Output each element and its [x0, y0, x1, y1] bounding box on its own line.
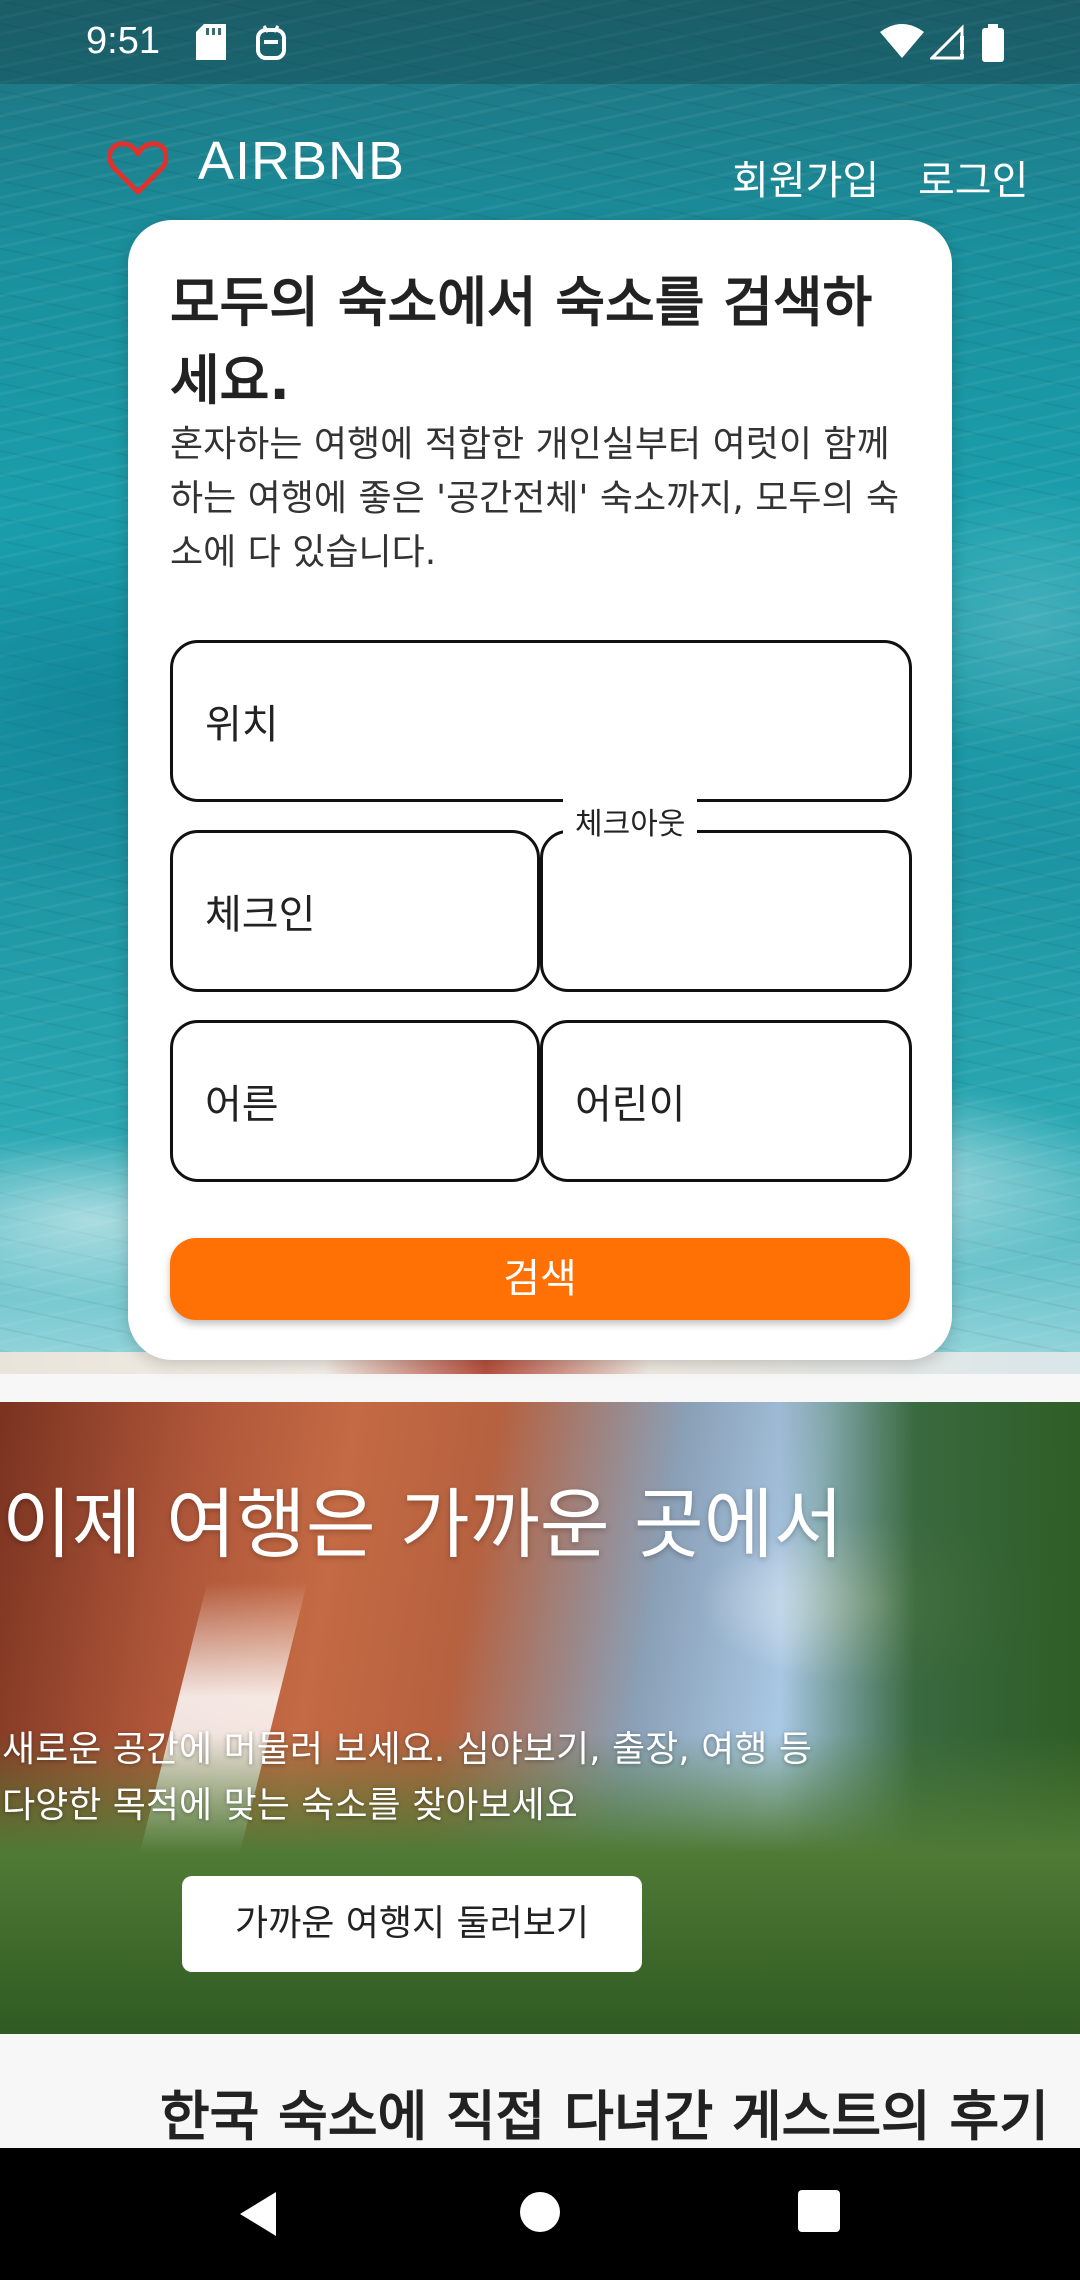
location-field[interactable]: 위치 — [170, 640, 912, 802]
promo-title: 이제 여행은 가까운 곳에서 — [2, 1480, 844, 1569]
children-placeholder: 어린이 — [575, 1082, 686, 1128]
adults-placeholder: 어른 — [205, 1082, 279, 1128]
recents-icon[interactable] — [798, 2190, 840, 2236]
status-time: 9:51 — [86, 20, 160, 62]
reviews-title: 한국 숙소에 직접 다녀간 게스트의 후기 — [160, 2085, 1049, 2148]
home-icon[interactable] — [518, 2190, 562, 2238]
sd-card-icon — [196, 24, 226, 64]
login-link[interactable]: 로그인 — [918, 148, 1028, 206]
search-card: 모두의 숙소에서 숙소를 검색하세요. 혼자하는 여행에 적합한 개인실부터 여… — [128, 220, 952, 1360]
adults-field[interactable]: 어른 — [170, 1020, 540, 1182]
search-card-description: 혼자하는 여행에 적합한 개인실부터 여럿이 함께하는 여행에 좋은 '공간전체… — [170, 424, 900, 573]
heart-icon[interactable] — [107, 140, 169, 200]
search-button[interactable]: 검색 — [170, 1238, 910, 1320]
navigation-bar — [0, 2148, 1080, 2280]
children-field[interactable]: 어린이 — [540, 1020, 912, 1182]
cell-signal-icon — [928, 24, 966, 64]
checkout-field[interactable]: 체크아웃 — [540, 799, 912, 992]
bot-icon — [254, 24, 288, 66]
promo-description: 새로운 공간에 머물러 보세요. 심야보기, 출장, 여행 등 다양한 목적에 … — [2, 1729, 812, 1826]
search-card-title: 모두의 숙소에서 숙소를 검색하세요. — [170, 271, 873, 412]
explore-nearby-button[interactable]: 가까운 여행지 둘러보기 — [182, 1876, 642, 1972]
brand-name[interactable]: AIRBNB — [198, 130, 405, 192]
checkin-field[interactable]: 체크인 — [170, 830, 540, 992]
battery-icon — [982, 24, 1004, 66]
signup-link[interactable]: 회원가입 — [732, 148, 879, 206]
checkout-label: 체크아웃 — [563, 799, 698, 843]
back-icon[interactable] — [236, 2190, 280, 2242]
status-bar: 9:51 — [0, 0, 1080, 84]
location-placeholder: 위치 — [205, 702, 279, 748]
checkin-placeholder: 체크인 — [205, 892, 316, 938]
wifi-icon — [880, 24, 924, 62]
